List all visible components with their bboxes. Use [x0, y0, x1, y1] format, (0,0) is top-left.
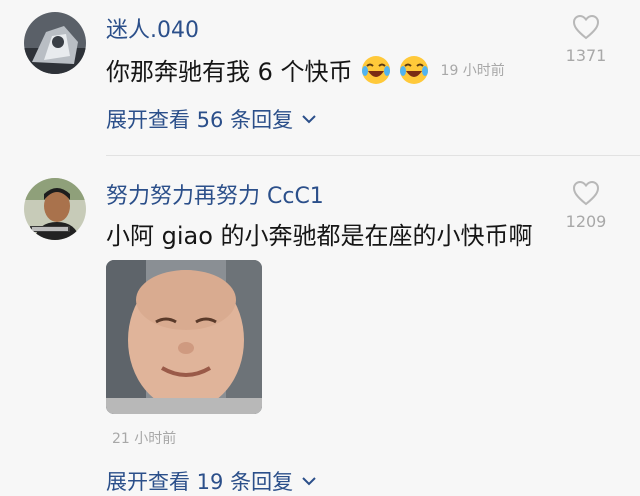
- comment-time: 21 小时前: [112, 431, 177, 447]
- expand-replies-button[interactable]: 展开查看 19 条回复: [106, 466, 317, 496]
- comment-body: 小阿 giao 的小奔驰都是在座的小快币啊: [106, 222, 533, 250]
- comment-item: 努力努力再努力 CcC1 小阿 giao 的小奔驰都是在座的小快币啊 21 小时…: [0, 0, 640, 496]
- username[interactable]: 努力努力再努力 CcC1: [106, 178, 324, 210]
- like-button[interactable]: 1209: [556, 180, 616, 231]
- chevron-down-icon: [302, 477, 316, 486]
- expand-replies-label: 展开查看 19 条回复: [106, 470, 294, 494]
- avatar[interactable]: [24, 178, 86, 240]
- comment-text: 小阿 giao 的小奔驰都是在座的小快币啊: [106, 216, 533, 251]
- heart-outline-icon[interactable]: [572, 180, 600, 206]
- like-count: 1209: [565, 212, 607, 231]
- comment-image[interactable]: [106, 260, 262, 414]
